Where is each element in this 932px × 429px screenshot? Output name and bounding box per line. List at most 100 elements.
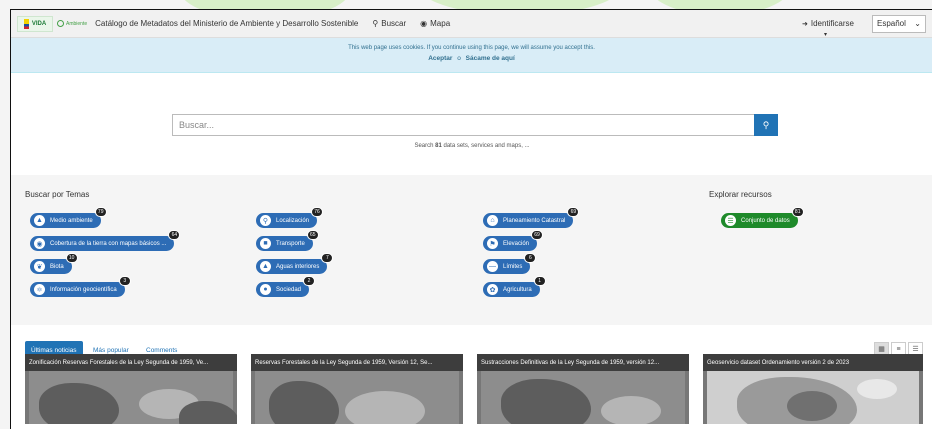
minus-icon: — [487,261,498,272]
card-thumbnail [255,371,459,424]
topic-label: Medio ambiente [50,217,93,224]
sprout-icon: ✿ [487,284,498,295]
topic-label: Biota [50,263,64,270]
record-card[interactable]: Geoservicio dataset Ordenamiento versión… [703,354,923,424]
topic-count-badge: 76 [311,207,324,217]
top-navbar: VIDA Ambiente Catálogo de Metadatos del … [11,10,932,38]
search-hint-prefix: Search [414,143,434,149]
topic-sociedad[interactable]: ● Sociedad 2 [256,276,316,297]
logo-sub-text: Ambiente [66,20,88,27]
resource-conjunto-de-datos[interactable]: ☰ Conjunto de datos 81 [721,207,804,228]
topic-medio-ambiente[interactable]: ▲ Medio ambiente 79 [30,207,107,228]
cookie-leave-link[interactable]: Sácame de aquí [466,55,515,62]
topic-transporte[interactable]: ■ Transporte 65 [256,230,319,251]
atom-icon: ⚛ [34,284,45,295]
signin-icon: ➜ [801,20,808,28]
catalog-title[interactable]: Catálogo de Metadatos del Ministerio de … [95,19,358,28]
record-card[interactable]: Sustracciones Definitivas de la Ley Segu… [477,354,689,424]
caret-down-icon: ▾ [823,32,827,38]
card-thumbnail [481,371,685,424]
flag-icon: ⚑ [487,238,498,249]
browser-page: VIDA Ambiente Catálogo de Metadatos del … [10,9,932,429]
search-hint-count: 81 [435,143,442,149]
topic-count-badge: 65 [306,230,319,240]
site-logo[interactable]: VIDA Ambiente [17,15,87,33]
topic-limites[interactable]: — Límites 6 [483,253,537,274]
search-button[interactable]: ⚲ [754,114,778,136]
card-title: Sustracciones Definitivas de la Ley Segu… [477,354,689,371]
search-input[interactable]: Buscar... [172,114,754,136]
nav-link-label: Buscar [381,19,407,28]
topic-label: Sociedad [276,286,302,293]
topic-count-badge: 7 [321,253,334,263]
logo-mark: VIDA [17,15,53,32]
globe-icon: ◉ [420,19,428,28]
logo-text: VIDA [31,20,47,27]
topic-count-badge: 10 [65,253,78,263]
topic-label: Aguas interiores [276,263,320,270]
topic-count-badge: 79 [94,207,107,217]
topic-localizacion[interactable]: ⚲ Localización 76 [256,207,324,228]
search-box: Buscar... ⚲ [172,114,778,136]
ministry-seal-icon [57,20,64,27]
database-icon: ☰ [725,215,736,226]
cookie-message: This web page uses cookies. If you conti… [348,45,595,51]
cookie-or: o [457,55,461,62]
chat-icon: ● [260,284,271,295]
nav-link-label: Mapa [430,19,451,28]
topic-aguas-interiores[interactable]: ▲ Aguas interiores 7 [256,253,334,274]
topic-label: Información geocientífica [50,286,117,293]
chevron-down-icon: ⌄ [914,19,921,28]
leaf-icon: ❦ [34,261,45,272]
cookie-accept-link[interactable]: Aceptar [428,55,452,62]
topic-label: Transporte [276,240,305,247]
navbar-right: ➜ Identificarse ▾ Español ⌄ [801,14,926,38]
topic-label: Localización [276,217,310,224]
topic-count-badge: 69 [567,207,580,217]
home-icon: ⌂ [487,215,498,226]
card-thumbnail [707,371,919,424]
card-title: Geoservicio dataset Ordenamiento versión… [703,354,923,371]
topic-count-badge: 64 [168,230,181,240]
topic-elevacion[interactable]: ⚑ Elevación 69 [483,230,544,251]
record-card[interactable]: Zonificación Reservas Forestales de la L… [25,354,237,424]
topic-label: Agricultura [503,286,532,293]
topic-label: Elevación [503,240,530,247]
search-section: Buscar... ⚲ Search 81 data sets, service… [11,73,932,175]
nav-link-map[interactable]: ◉ Mapa [420,19,450,28]
topic-planeamiento-catastral[interactable]: ⌂ Planeamiento Catastral 69 [483,207,580,228]
topic-agricultura[interactable]: ✿ Agricultura 1 [483,276,546,297]
topic-count-badge: 69 [531,230,544,240]
topics-heading: Buscar por Temas [25,190,90,199]
topic-informacion-geocientifica[interactable]: ⚛ Información geocientífica 3 [30,276,131,297]
record-card[interactable]: Reservas Forestales de la Ley Segunda de… [251,354,463,424]
topic-biota[interactable]: ❦ Biota 10 [30,253,78,274]
topic-cobertura[interactable]: ◉ Cobertura de la tierra con mapas básic… [30,230,181,251]
flag-icon [23,18,29,29]
search-icon: ⚲ [372,19,379,28]
truck-icon: ■ [260,238,271,249]
search-hint: Search 81 data sets, services and maps, … [11,143,932,149]
search-icon: ⚲ [762,119,770,130]
resources-heading: Explorar recursos [709,190,772,199]
tree-icon: ▲ [34,215,45,226]
signin-link[interactable]: ➜ Identificarse ▾ [801,19,854,38]
logo-sub: Ambiente [57,20,87,27]
card-thumbnail [29,371,237,424]
cookie-banner: This web page uses cookies. If you conti… [11,38,932,73]
language-select[interactable]: Español ⌄ [872,14,926,33]
card-title: Reservas Forestales de la Ley Segunda de… [251,354,463,371]
card-title: Zonificación Reservas Forestales de la L… [25,354,237,371]
resource-label: Conjunto de datos [741,217,790,224]
map-pin-icon: ⚲ [260,215,271,226]
topic-label: Planeamiento Catastral [503,217,566,224]
topic-count-badge: 1 [533,276,546,286]
cookie-actions: Aceptar o Sácame de aquí [11,55,932,62]
nav-link-search[interactable]: ⚲ Buscar [372,19,406,28]
search-hint-suffix: data sets, services and maps, ... [443,143,530,149]
topic-label: Cobertura de la tierra con mapas básicos… [50,240,167,247]
resource-count-badge: 81 [791,207,804,217]
topic-count-badge: 6 [524,253,537,263]
language-value: Español [877,19,906,28]
topic-count-badge: 2 [303,276,316,286]
